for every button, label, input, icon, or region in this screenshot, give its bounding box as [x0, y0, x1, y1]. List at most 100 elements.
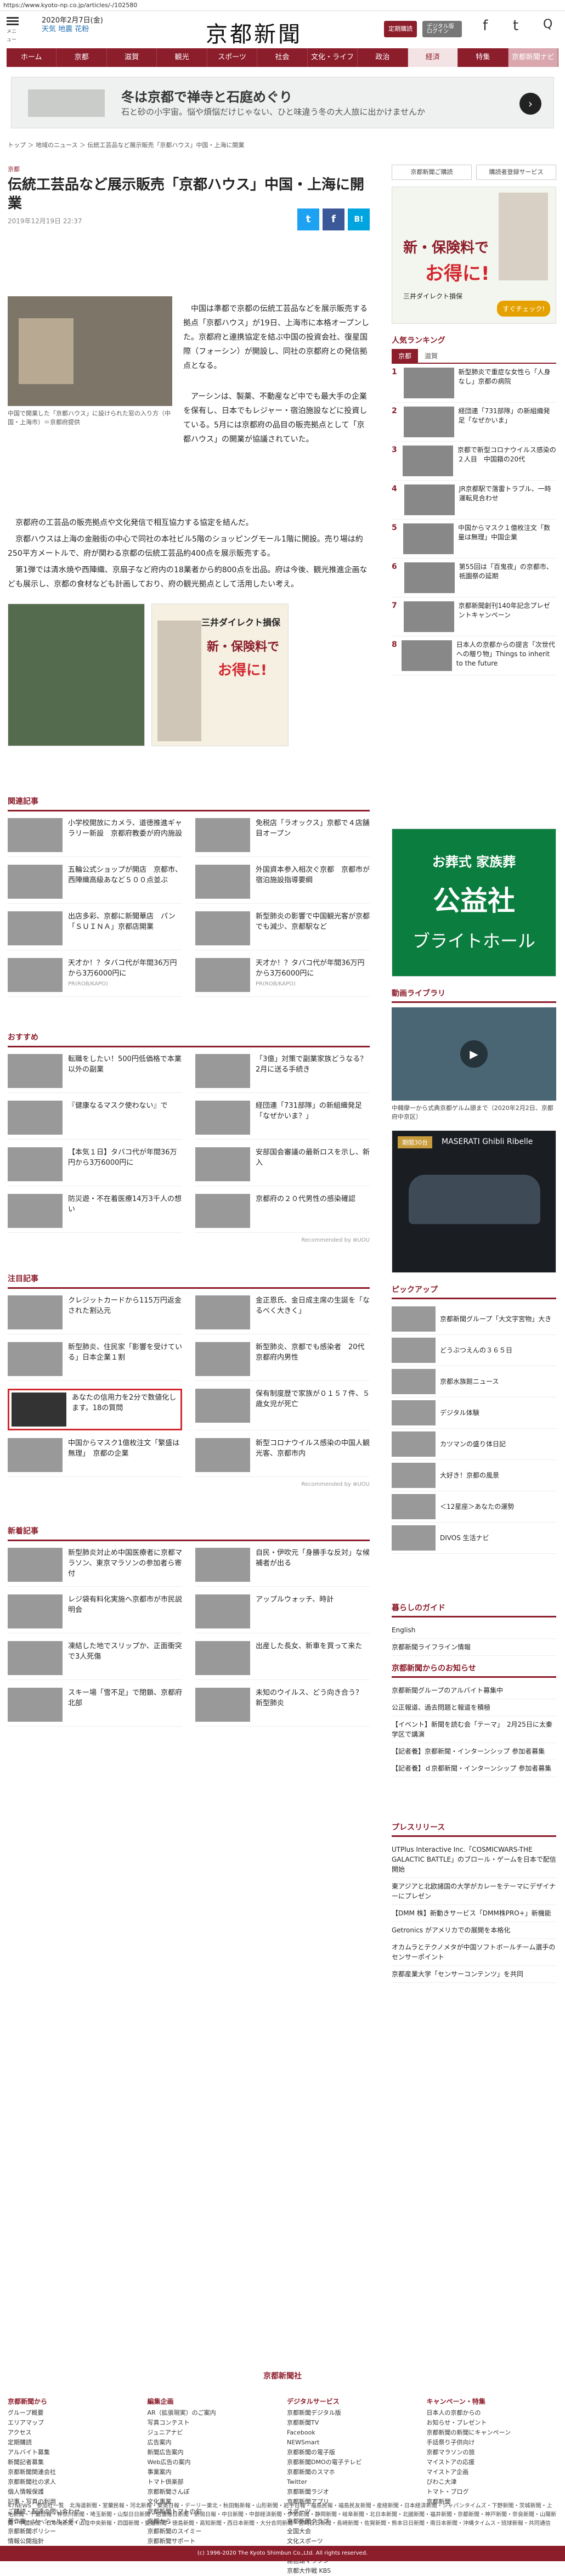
list-item[interactable]: 五輪公式ショップが開店 京都市、西陣織高級あなど５００点並ぶ: [8, 865, 182, 904]
article-ad-right[interactable]: 三井ダイレクト損保 新・保険料で お得に!: [151, 604, 289, 746]
list-item[interactable]: 外国資本参入相次ぐ京都 京都市が宿泊施設指導要綱: [195, 865, 370, 904]
footer-link[interactable]: エリアマップ: [8, 2418, 139, 2428]
list-item[interactable]: 新型肺炎対止め中国医療者に京都マラソン、東京マラソンの参加者ら寄付: [8, 1548, 182, 1587]
ranking-item[interactable]: 3 京都で新型コロナウイルス感染の２人目 中国籍の20代: [392, 442, 556, 481]
twitter-share-icon[interactable]: t: [297, 208, 319, 230]
hatena-share-icon[interactable]: B!: [348, 208, 370, 230]
facebook-share-icon[interactable]: f: [323, 208, 344, 230]
footer-link[interactable]: 京都新聞ラジオ: [287, 2487, 418, 2497]
press-link[interactable]: 【DMM 株】新動きサービス「DMM株PRO+」新機能: [392, 1905, 556, 1922]
list-item[interactable]: 新型肺炎、住民家「影響を受けている」日本企業１割: [8, 1342, 182, 1381]
nav-tourism[interactable]: 観光: [157, 48, 207, 67]
list-item[interactable]: 安部国会審議の最新ロスを示し、新入: [195, 1147, 370, 1186]
footer-link[interactable]: 個人情報保護: [8, 2487, 139, 2497]
footer-link[interactable]: マイストアの応援: [427, 2457, 558, 2467]
footer-link[interactable]: トマト倶楽部: [148, 2477, 279, 2487]
list-item[interactable]: 免税店「ラオックス」京都で４店舗目オープン: [195, 818, 370, 857]
list-item[interactable]: 天才か！？タバコ代が年間36万円から3万6000円に PR(ROB/KAPO): [8, 958, 182, 997]
list-item[interactable]: スキー場「雪不足」で閉鎖、京都府北部: [8, 1688, 182, 1727]
menu-button[interactable]: メニュー: [7, 15, 19, 43]
facebook-icon[interactable]: f: [483, 18, 488, 34]
ranking-item[interactable]: 2 経団連「731部隊」の新組織発足「なぜかいま」: [392, 403, 556, 442]
press-link[interactable]: 京都産業大学「センサーコンテンツ」を共同: [392, 1966, 556, 1983]
recommend-credit[interactable]: Recommended by ⊕UOU: [8, 1237, 370, 1243]
list-item[interactable]: 「3億」対策で副業家族どうなる？ 2月に送る手続き: [195, 1054, 374, 1093]
footer-link[interactable]: 京都新聞デジタル版: [287, 2408, 418, 2418]
pickup-item[interactable]: カツマンの盛り体日記: [392, 1429, 556, 1460]
news47-members[interactable]: 47NEWS 参加社一覧 北海道新聞・室蘭民報・河北新報・東奥日報・デーリー東北…: [8, 2502, 556, 2528]
pickup-item[interactable]: 京都水族館ニュース: [392, 1366, 556, 1397]
side-ad-car[interactable]: 期間30台 MASERATI Ghibli Ribelle: [392, 1130, 556, 1273]
list-item[interactable]: 未知のウイルス、どう向き合う？ 新型肺炎: [195, 1688, 370, 1727]
notice-link[interactable]: 【イベント】新聞を読む会「テーマ」 2月25日に太秦学区で講演: [392, 1716, 556, 1743]
footer-link[interactable]: 京都新聞の新聞にキャンペーン: [427, 2428, 558, 2438]
footer-link[interactable]: トマト・ブログ: [427, 2487, 558, 2497]
footer-link[interactable]: 広告案内: [148, 2438, 279, 2448]
nav-politics[interactable]: 政治: [358, 48, 408, 67]
footer-link[interactable]: 文化スポーツ: [287, 2536, 418, 2546]
list-item[interactable]: 新型肺炎の影響で中国観光客が京都でも減少、京都駅など: [195, 911, 370, 950]
list-item[interactable]: 凍結した地でスリップか、正面衝突で3人死傷: [8, 1641, 182, 1680]
pickup-item[interactable]: DIVOS 生活ナビ: [392, 1523, 556, 1554]
list-item[interactable]: 新型肺炎、京都でも感染者 20代京都府内男性: [195, 1342, 370, 1381]
highlighted-list-item[interactable]: あなたの信用力を2分で数値化します。18の質問: [8, 1389, 182, 1430]
list-item[interactable]: 京都府の２０代男性の感染確認: [195, 1194, 370, 1233]
top-ad-banner[interactable]: 冬は京都で禅寺と石庭めぐり 石と砂の小宇宙。悩や煩悩だけじゃない、ひと味違う冬の…: [11, 77, 554, 128]
article-category[interactable]: 京都: [8, 165, 370, 173]
video-player[interactable]: ▶: [392, 1007, 556, 1101]
list-item[interactable]: 防災遊・不在着医療14万3千人の想い: [8, 1194, 182, 1233]
nav-culture[interactable]: 文化・ライフ: [308, 48, 358, 67]
footer-link[interactable]: Twitter: [287, 2477, 418, 2487]
press-link[interactable]: オカムラとテクノメタが中国ソフトボールチーム選手のセンサーポイント: [392, 1939, 556, 1966]
footer-link[interactable]: 京都新聞の電子版: [287, 2448, 418, 2457]
list-item[interactable]: 転職をしたい！500円低価格で本業以外の副業: [8, 1054, 182, 1093]
site-logo[interactable]: 京都新聞: [206, 16, 302, 48]
footer-link[interactable]: 定期購読: [8, 2438, 139, 2448]
footer-link[interactable]: 京都新聞DMOの電子テレビ: [287, 2457, 418, 2467]
footer-link[interactable]: ジュニアナビ: [148, 2428, 279, 2438]
footer-link[interactable]: 日本人の京都からの: [427, 2408, 558, 2418]
subscribe-link[interactable]: 京都新聞ご購読: [392, 165, 472, 180]
footer-link[interactable]: 京都大作戦 KBS: [287, 2566, 418, 2576]
footer-link[interactable]: 京都新聞社の求人: [8, 2477, 139, 2487]
footer-link[interactable]: NEWSmart: [287, 2438, 418, 2448]
list-item[interactable]: 【本気１日】タバコ代が年間36万円から3万6000円に: [8, 1147, 182, 1186]
nav-feature[interactable]: 特集: [458, 48, 508, 67]
footer-link[interactable]: アクセス: [8, 2428, 139, 2438]
notice-link[interactable]: 京都新聞グループのアルバイト募集中: [392, 1682, 556, 1699]
list-item[interactable]: クレジットカードから115万円返金された割込元: [8, 1295, 182, 1334]
ranking-item[interactable]: 5 中国からマスク１億枚注文「数量は無理」中国企業: [392, 520, 556, 559]
ranking-item[interactable]: 1 新型肺炎で重症な女性ら「人身なし」京都の病院: [392, 364, 556, 403]
nav-sports[interactable]: スポーツ: [207, 48, 258, 67]
footer-link[interactable]: 新聞記者募集: [8, 2457, 139, 2467]
article-photo[interactable]: [8, 296, 172, 406]
ranking-item[interactable]: 8 日本人の京都からの提言「次世代への贈り物」Things to inherit …: [392, 636, 556, 675]
side-ad-insurance[interactable]: 新・保険料で お得に! 三井ダイレクト損保 すぐチェック!: [392, 187, 556, 324]
notice-link[interactable]: 【記者養】ｄ京都新聞・インターンシップ 参加者募集: [392, 1760, 556, 1777]
article-ad-left[interactable]: [8, 604, 145, 746]
weather-links[interactable]: 天気 地震 花粉: [42, 25, 103, 34]
press-link[interactable]: UTPlus Interactive Inc.「COSMICWARS-THE G…: [392, 1841, 556, 1878]
list-item[interactable]: 中国からマスク1億枚注文「繁盛は無理」 京都の企業: [8, 1438, 182, 1477]
press-link[interactable]: 東アジアと北欧諸国の大学がカレーをテーマにデザイナーにプレゼン: [392, 1878, 556, 1905]
pickup-item[interactable]: ＜12星座＞あなたの運勢: [392, 1491, 556, 1523]
footer-link[interactable]: Web広告の案内: [148, 2457, 279, 2467]
list-item[interactable]: レジ袋有料化実施へ京都市が市民説明会: [8, 1594, 182, 1633]
footer-link[interactable]: 京都新聞TV: [287, 2418, 418, 2428]
footer-link[interactable]: 京都新聞サポート: [148, 2536, 279, 2546]
footer-link[interactable]: 京都新聞関連会社: [8, 2467, 139, 2477]
side-ad-funeral[interactable]: お葬式 家族葬 公益社 ブライトホール: [392, 828, 556, 977]
breadcrumb[interactable]: トップ ＞ 地域のニュース ＞ 伝統工芸品など展示販売「京都ハウス」中国・上海に…: [8, 138, 557, 155]
nav-navi[interactable]: 京都新聞ナビ: [508, 48, 558, 67]
notice-link[interactable]: 【記者養】京都新聞・インターンシップ 参加者募集: [392, 1743, 556, 1760]
ranking-item[interactable]: 6 第55回は「百鬼夜」の京都市、祇園祭の延期: [392, 559, 556, 598]
list-item[interactable]: 小学校開放にカメラ、道徳推進ギャラリー新設 京都府教委が府内施設: [8, 818, 182, 857]
footer-link[interactable]: アルバイト募集: [8, 2448, 139, 2457]
footer-logo[interactable]: 京都新聞社: [0, 2370, 565, 2381]
list-item[interactable]: 金正恩氏、金日成主席の生誕を「なるべく大きく」: [195, 1295, 370, 1334]
list-item[interactable]: 新型コロナウイルス感染の中国人観光客、京都市内: [195, 1438, 370, 1477]
footer-link[interactable]: 写真コンテスト: [148, 2418, 279, 2428]
digital-login-button[interactable]: デジタル版ログイン: [422, 21, 462, 37]
attention-credit[interactable]: Recommended by ⊕UOU: [8, 1481, 370, 1487]
ranking-item[interactable]: 4 JR京都駅で落雷トラブル、一時運転見合わせ: [392, 481, 556, 520]
